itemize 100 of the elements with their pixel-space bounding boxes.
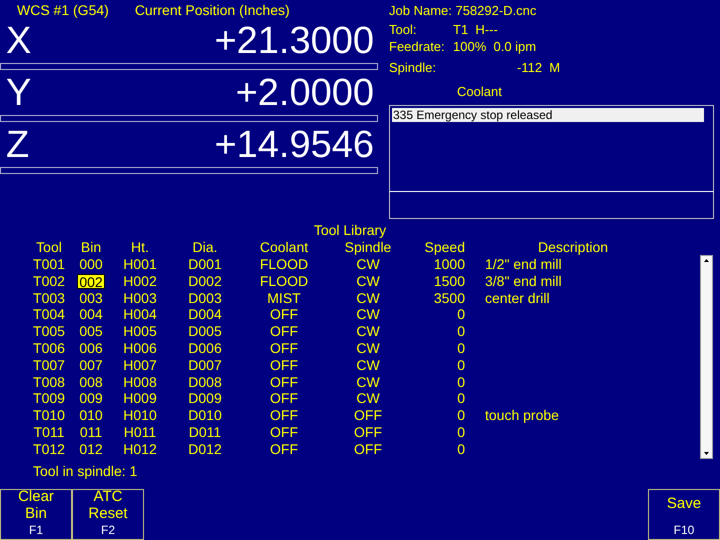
table-cell: OFF: [270, 407, 298, 424]
table-cell: T011: [34, 424, 64, 441]
table-cell[interactable]: 007: [79, 356, 103, 374]
table-cell: touch probe: [485, 407, 559, 424]
table-cell: H001: [123, 256, 157, 273]
table-cell[interactable]: 011: [80, 424, 102, 441]
table-cell: D004: [188, 306, 222, 324]
column-header: Description: [536, 239, 610, 256]
tool-value: T1 H---: [453, 21, 498, 38]
axis-label: X: [6, 20, 32, 62]
table-cell: OFF: [270, 374, 298, 390]
table-cell: OFF: [270, 340, 298, 357]
column-header: Tool: [35, 239, 63, 256]
table-cell: H007: [123, 356, 157, 374]
table-cell[interactable]: 004: [79, 306, 103, 324]
tool-in-spindle: Tool in spindle: 1: [32, 462, 138, 480]
table-cell: H005: [123, 323, 157, 340]
table-cell: 0: [457, 356, 465, 374]
table-cell: OFF: [354, 440, 382, 458]
table-cell[interactable]: 012: [79, 440, 103, 458]
table-cell: OFF: [270, 306, 298, 324]
table-cell: 0: [457, 440, 465, 458]
table-cell: D011: [188, 424, 222, 441]
column-header: Dia.: [192, 239, 218, 256]
table-cell: T005: [33, 323, 65, 340]
table-cell: FLOOD: [260, 272, 308, 290]
table-cell: 0: [457, 340, 465, 357]
table-cell[interactable]: 003: [79, 290, 103, 306]
table-cell: CW: [356, 356, 380, 374]
table-cell: T002: [33, 272, 65, 290]
table-cell: 0: [457, 323, 465, 340]
column-header: Ht.: [130, 239, 150, 256]
scrollbar[interactable]: [700, 255, 713, 459]
table-cell: 3500: [434, 290, 465, 306]
table-cell: D010: [188, 407, 222, 424]
message-input-field[interactable]: [389, 192, 714, 219]
table-cell: T004: [33, 306, 65, 324]
table-cell[interactable]: 009: [79, 390, 103, 408]
feedrate-label: Feedrate:: [389, 38, 446, 55]
table-cell[interactable]: 000: [79, 256, 103, 273]
table-cell: T006: [33, 340, 65, 357]
table-cell: CW: [356, 256, 380, 273]
table-cell: D008: [188, 374, 222, 390]
table-cell: CW: [356, 290, 380, 306]
table-cell: OFF: [354, 424, 382, 441]
table-cell: D003: [188, 290, 222, 306]
table-cell[interactable]: 005: [79, 323, 103, 340]
table-cell: OFF: [270, 424, 298, 441]
table-cell: MIST: [267, 290, 301, 306]
table-cell: H010: [123, 407, 157, 424]
table-cell[interactable]: 002: [77, 274, 105, 289]
tool-label: Tool:: [389, 21, 418, 38]
table-cell: D009: [188, 390, 222, 408]
position-title: Current Position (Inches): [134, 1, 290, 20]
table-cell: D001: [188, 256, 222, 273]
table-cell: T010: [33, 407, 65, 424]
function-key-button[interactable]: Clear Bin F1: [0, 489, 72, 540]
function-key-button[interactable]: Save F10: [648, 489, 720, 540]
table-cell: 1500: [434, 272, 465, 290]
table-cell[interactable]: 006: [79, 340, 103, 357]
tool-library-title: Tool Library: [314, 221, 386, 239]
table-cell: T001: [33, 256, 65, 273]
table-cell: D002: [188, 272, 222, 290]
axis-label: Y: [6, 72, 32, 114]
table-cell: T009: [33, 390, 65, 408]
message-item[interactable]: 335 Emergency stop released: [392, 108, 704, 122]
table-cell: center drill: [485, 290, 550, 306]
axis-value: +14.9546: [214, 124, 374, 166]
table-cell: 1/2" end mill: [485, 256, 562, 273]
table-cell: H009: [123, 390, 157, 408]
table-cell: H006: [123, 340, 157, 357]
table-cell: D005: [188, 323, 222, 340]
table-cell: CW: [356, 323, 380, 340]
table-cell: H008: [123, 374, 157, 390]
table-cell: T007: [33, 356, 65, 374]
table-cell: 0: [457, 424, 465, 441]
table-cell: T008: [33, 374, 65, 390]
table-cell: CW: [356, 340, 380, 357]
table-cell: H004: [123, 306, 157, 324]
function-key-button[interactable]: ATC Reset F2: [72, 489, 144, 540]
column-header: Speed: [424, 239, 465, 256]
table-cell: T012: [33, 440, 65, 458]
table-cell: 0: [457, 374, 465, 390]
table-cell: OFF: [354, 407, 382, 424]
spindle-label: Spindle:: [389, 59, 437, 77]
table-cell: 0: [457, 306, 465, 324]
spindle-value: -112 M: [517, 59, 560, 77]
table-cell: H011: [124, 424, 156, 441]
table-cell: CW: [356, 306, 380, 324]
table-cell: OFF: [270, 323, 298, 340]
column-header: Coolant: [258, 239, 310, 256]
table-cell: OFF: [270, 356, 298, 374]
table-cell: H012: [123, 440, 157, 458]
wcs-label: WCS #1 (G54): [17, 1, 109, 20]
coolant-label: Coolant: [456, 83, 503, 101]
table-cell: T003: [33, 290, 65, 306]
table-cell[interactable]: 008: [79, 374, 103, 390]
table-cell: OFF: [270, 390, 298, 408]
table-cell: H002: [123, 272, 157, 290]
table-cell[interactable]: 010: [79, 407, 103, 424]
